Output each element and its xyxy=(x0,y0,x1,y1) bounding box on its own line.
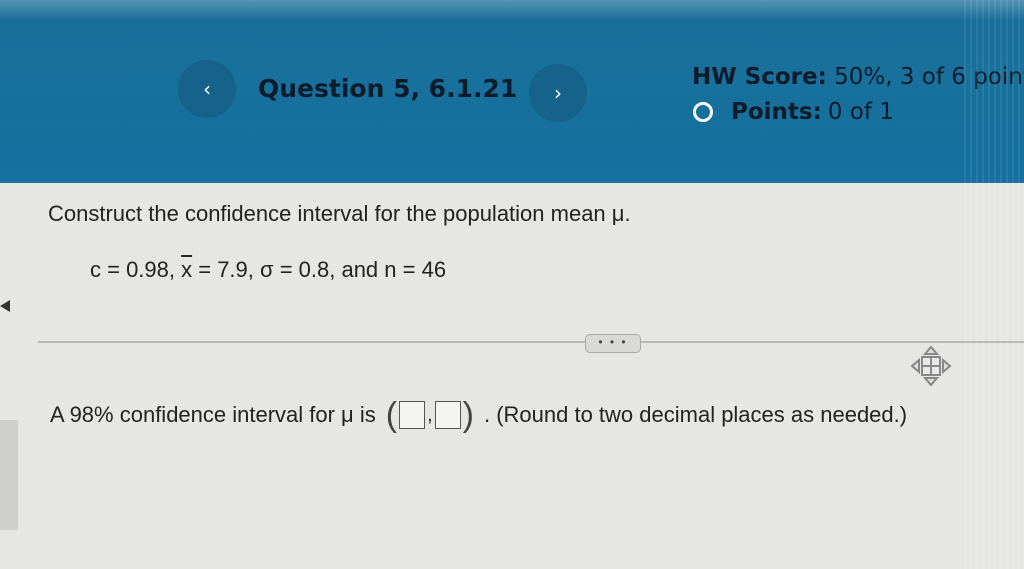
hw-score-label: HW Score: xyxy=(692,64,827,90)
open-paren: ( xyxy=(385,396,398,434)
rounding-hint: . (Round to two decimal places as needed… xyxy=(483,402,908,427)
chevron-right-icon: › xyxy=(554,81,562,105)
comma: , xyxy=(427,403,433,426)
divider xyxy=(38,341,1024,343)
side-tab[interactable] xyxy=(0,420,18,530)
answer-row: A 98% confidence interval for μ is ( , )… xyxy=(50,398,907,432)
next-question-button[interactable]: › xyxy=(529,64,587,122)
given-rest: = 7.9, σ = 0.8, and n = 46 xyxy=(192,257,447,282)
answer-text: A 98% confidence interval for μ is xyxy=(50,402,376,427)
question-prompt: Construct the confidence interval for th… xyxy=(48,201,631,226)
circle-status-icon xyxy=(693,102,713,122)
question-header: ‹ Question 5, 6.1.21 › HW Score: 50%, 3 … xyxy=(0,0,1024,183)
upper-bound-input[interactable] xyxy=(434,401,461,429)
move-icon[interactable] xyxy=(908,343,954,389)
lower-bound-input[interactable] xyxy=(399,401,426,429)
points-row: Points: 0 of 1 xyxy=(693,99,894,125)
chevron-left-icon: ‹ xyxy=(203,77,211,101)
given-values: c = 0.98, x = 7.9, σ = 0.8, and n = 46 xyxy=(90,257,446,283)
screen-edge xyxy=(964,0,1024,569)
question-title: Question 5, 6.1.21 xyxy=(258,74,518,103)
left-arrow-icon[interactable] xyxy=(0,300,10,312)
given-c: c = 0.98, xyxy=(90,257,182,282)
points-label: Points: xyxy=(731,99,822,125)
more-options-button[interactable]: • • • xyxy=(585,334,641,353)
question-content: Construct the confidence interval for th… xyxy=(0,183,1024,569)
close-paren: ) xyxy=(462,396,474,434)
points-value: 0 of 1 xyxy=(827,99,894,125)
given-xbar: x xyxy=(181,257,193,282)
previous-question-button[interactable]: ‹ xyxy=(178,60,236,118)
